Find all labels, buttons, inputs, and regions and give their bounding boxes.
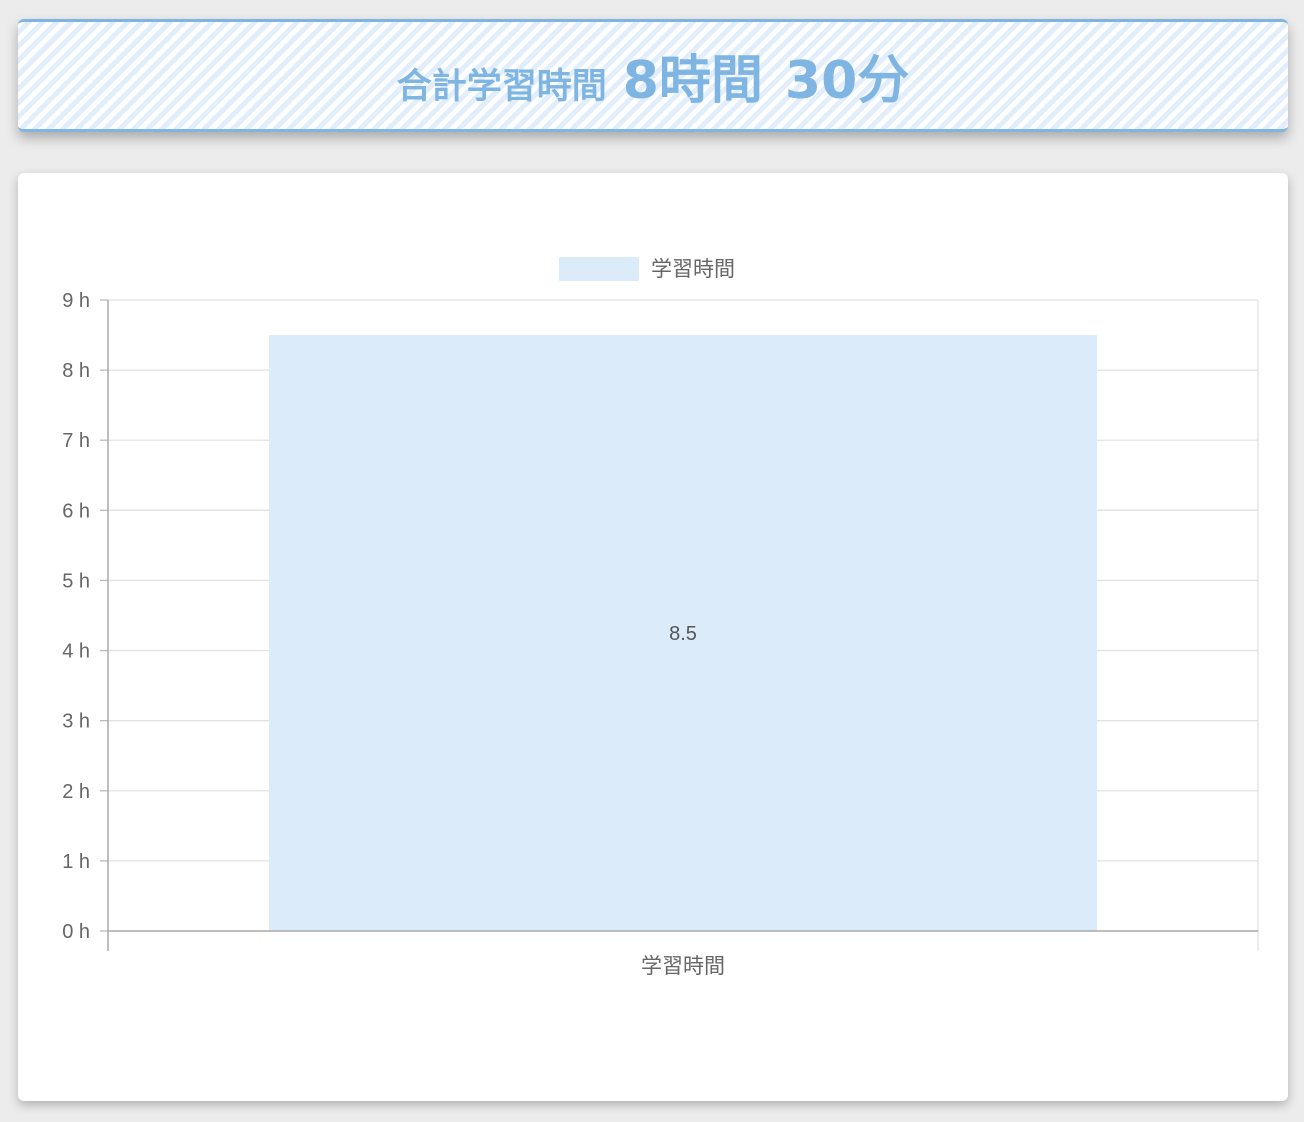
total-minutes-unit: 分 [857,51,910,111]
total-study-time-banner: 合計学習時間 8 時間 30 分 [18,19,1288,132]
chart-legend[interactable]: 学習時間 [559,257,735,281]
y-tick-label: 8 h [62,360,90,382]
data-labels: 8.5 [669,623,697,645]
bar-data-label: 8.5 [669,623,697,645]
y-tick-label: 6 h [62,500,90,522]
legend-swatch [559,257,639,281]
total-minutes-value: 30 [784,51,858,111]
study-time-chart-card: 学習時間 0 h 1 h 2 h 3 h 4 h 5 h 6 h 7 h 8 h 9 h 学習時間… [18,173,1288,1101]
y-tick-label: 2 h [62,781,90,803]
total-hours-value: 8 [622,51,659,111]
total-study-time-label: 合計学習時間 [396,67,607,107]
y-tick-label: 1 h [62,851,90,873]
y-tick-label: 7 h [62,430,90,452]
x-tick-label: 学習時間 [641,954,725,978]
total-hours-unit: 時間 [658,51,763,111]
x-axis-ticks: 学習時間 [641,954,725,978]
legend-label: 学習時間 [651,257,735,281]
y-tick-label: 5 h [62,570,90,592]
y-tick-label: 9 h [62,290,90,312]
y-tick-label: 4 h [62,641,90,663]
y-axis-ticks: 0 h 1 h 2 h 3 h 4 h 5 h 6 h 7 h 8 h 9 h [62,290,90,943]
y-tick-label: 0 h [62,921,90,943]
y-tick-label: 3 h [62,711,90,733]
total-study-time-line: 合計学習時間 8 時間 30 分 [397,38,910,113]
study-time-bar-chart: 学習時間 0 h 1 h 2 h 3 h 4 h 5 h 6 h 7 h 8 h 9 h 学習時間… [62,257,1259,978]
